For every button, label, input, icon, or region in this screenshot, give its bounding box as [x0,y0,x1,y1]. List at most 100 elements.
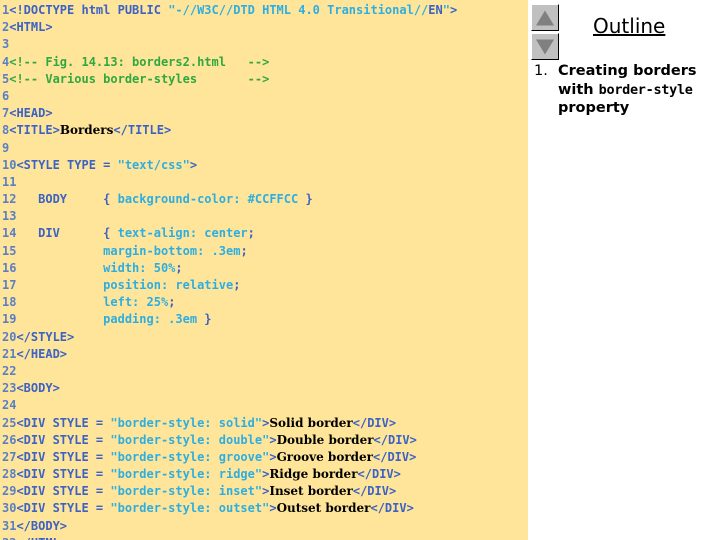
code-token: </DIV> [370,501,414,516]
code-token: DIV { [16,226,118,241]
line-number: 20 [2,329,17,344]
code-line: 9 [2,140,457,157]
line-number: 29 [2,484,17,499]
code-line: 22 [2,363,457,380]
code-token: <DIV STYLE = [16,449,111,464]
outline-item-label: Creating borders with border-style prope… [558,62,720,118]
code-token: width: 50% [103,260,176,275]
code-token: "border-style: groove" [110,449,270,464]
code-token: </HEAD> [16,346,68,361]
line-number: 30 [2,501,17,516]
line-number: 27 [2,449,17,464]
line-number: 25 [2,415,17,430]
code-token: </DIV> [352,415,397,430]
code-token: background-color: #CCFFCC [117,192,299,207]
code-token: </STYLE> [16,329,75,344]
code-token: <TITLE> [9,123,60,138]
code-line: 27<DIV STYLE = "border-style: groove">Gr… [2,449,457,466]
code-line: 24 [2,397,457,414]
scroll-up-button[interactable] [531,4,559,31]
code-token: <DIV STYLE = [16,415,111,430]
code-listing-panel: 1<!DOCTYPE html PUBLIC "-//W3C//DTD HTML… [0,0,528,540]
code-token: > [269,501,277,516]
line-number: 32 [2,536,16,540]
line-number: 18 [2,295,17,310]
outline-text-token: property [558,100,630,116]
code-token: Ridge border [269,467,358,482]
code-token: <!DOCTYPE html PUBLIC [9,3,169,17]
code-line: 2<HTML> [2,19,457,36]
code-token: left: 25% [103,295,169,310]
triangle-up-icon [536,10,554,25]
code-token: <DIV STYLE = [16,501,111,516]
outline-code-token: border-style [598,81,693,98]
code-token: </TITLE> [113,123,172,138]
outline-item-marker: 1. [534,63,548,79]
code-line: 32</HTML> [2,535,457,540]
code-line: 17 position: relative; [2,277,457,294]
line-number: 28 [2,467,17,482]
code-token: <BODY> [16,381,60,396]
line-number: 17 [2,278,17,292]
code-line: 23<BODY> [2,380,457,397]
line-number: 11 [2,174,17,189]
code-line: 3 [2,36,457,53]
line-number: 13 [2,209,17,224]
code-line: 5<!-- Various border-styles --> [2,71,457,88]
code-token: position: relative [103,278,234,292]
code-token: ; [175,260,183,275]
code-token: Inset border [269,484,353,499]
outline-heading: Outline [593,14,666,38]
code-token: } [298,192,313,207]
code-token: Double border [276,432,374,447]
code-token: BODY { [16,192,118,207]
code-token: > [189,157,198,172]
code-source-listing: 1<!DOCTYPE html PUBLIC "-//W3C//DTD HTML… [2,2,457,540]
code-token: "border-style: outset" [110,501,270,516]
code-token: Outset border [276,501,371,516]
code-token: "border-style: double" [110,432,270,447]
code-token: </DIV> [352,484,397,499]
line-number: 24 [2,398,17,413]
code-token: "text/css" [117,157,190,172]
code-line: 10<STYLE TYPE = "text/css"> [2,157,457,174]
code-token: "border-style: inset" [110,484,263,499]
code-token: </HTML> [16,536,67,540]
outline-pane: Outline 1. Creating borders with border-s… [528,0,720,540]
code-line: 31</BODY> [2,518,457,535]
code-line: 11 [2,174,457,191]
scroll-down-button[interactable] [531,33,559,60]
line-number: 22 [2,363,17,378]
line-number: 19 [2,312,17,327]
code-token: " [442,3,450,17]
line-number: 31 [2,518,17,533]
code-token: ; [233,278,241,292]
code-line: 30<DIV STYLE = "border-style: outset">Ou… [2,500,457,517]
code-line: 13 [2,208,457,225]
code-token: "border-style: solid" [110,415,263,430]
code-token: </DIV> [373,449,417,464]
code-token: > [269,432,277,447]
code-token: </DIV> [373,432,417,447]
code-token: Groove border [276,449,373,464]
outline-item[interactable]: 1. Creating borders with border-style pro… [534,62,720,118]
line-number: 26 [2,432,17,447]
code-line: 7<HEAD> [2,105,457,122]
code-line: 26<DIV STYLE = "border-style: double">Do… [2,432,457,449]
code-token: <STYLE TYPE = [16,157,118,172]
code-token: > [449,3,458,17]
code-token: <!-- Various border-styles --> [9,71,270,86]
outline-list: 1. Creating borders with border-style pro… [534,62,720,118]
code-token: </BODY> [16,518,68,533]
line-number: 14 [2,226,17,241]
code-token: <DIV STYLE = [16,432,111,447]
code-token: <!-- Fig. 14.13: borders2.html --> [9,54,270,69]
